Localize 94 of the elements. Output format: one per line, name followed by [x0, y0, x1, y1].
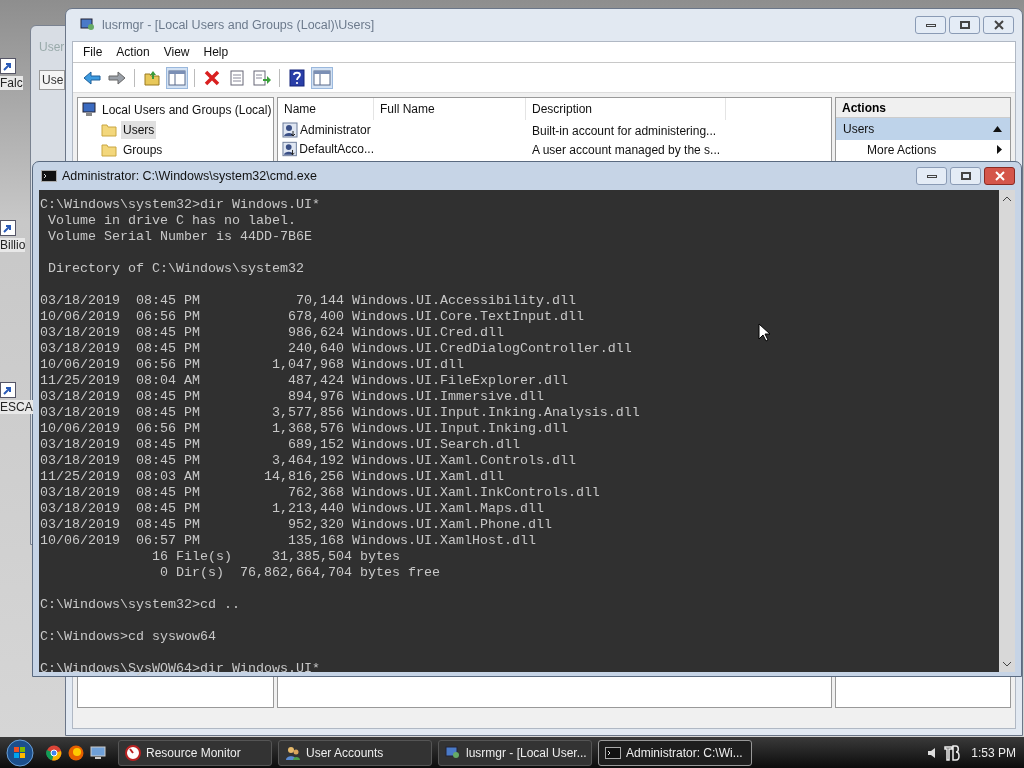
close-button[interactable]	[984, 167, 1015, 185]
user-name[interactable]: Administrator	[300, 120, 371, 139]
console-line: 03/18/2019 08:45 PM 894,976 Windows.UI.Immersive.dll	[40, 389, 544, 404]
maximize-button[interactable]	[950, 167, 981, 185]
pane-icon[interactable]	[168, 69, 186, 86]
action-item[interactable]: More Actions	[836, 140, 1010, 159]
console-line: C:\Windows\system32>dir Windows.UI*	[40, 197, 320, 212]
desktop-icon-label: Billio	[0, 238, 26, 252]
mouse-cursor-icon	[758, 323, 770, 342]
console-line: 03/18/2019 08:45 PM 762,368 Windows.UI.Xaml.InkControls.dll	[40, 485, 600, 500]
console-line: 10/06/2019 06:56 PM 1,368,576 Windows.UI.Input.Inking.dll	[40, 421, 568, 436]
actions-header: Actions	[836, 98, 1010, 118]
console-line: 03/18/2019 08:45 PM 689,152 Windows.UI.Search.dll	[40, 437, 520, 452]
help-icon[interactable]	[289, 68, 305, 87]
close-icon	[994, 171, 1005, 181]
minimize-button[interactable]	[916, 167, 947, 185]
folder-up-icon[interactable]	[144, 69, 160, 86]
windows-logo-icon	[6, 738, 34, 767]
scrollbar[interactable]	[999, 190, 1015, 672]
console-line: 11/25/2019 08:04 AM 487,424 Windows.UI.FileExplorer.dll	[40, 373, 568, 388]
user-icon	[282, 140, 298, 157]
pane-icon[interactable]	[313, 69, 331, 86]
maximize-button[interactable]	[949, 16, 980, 34]
console-line: 10/06/2019 06:57 PM 135,168 Windows.UI.XamlHost.dll	[40, 533, 536, 548]
taskbar-button[interactable]: Administrator: C:\Wi...	[598, 739, 752, 766]
gauge-icon	[125, 744, 141, 761]
browser-icon[interactable]	[46, 744, 62, 761]
description: A user account managed by the s...	[532, 142, 721, 157]
user-name[interactable]: DefaultAcco...	[299, 139, 374, 158]
menu-item[interactable]: File	[83, 43, 103, 61]
taskbar-button[interactable]: Resource Monitor	[118, 739, 272, 766]
console-line: 03/18/2019 08:45 PM 952,320 Windows.UI.Xaml.Phone.dll	[40, 517, 552, 532]
console-icon	[605, 746, 621, 759]
taskbar-button[interactable]: User Accounts	[278, 739, 432, 766]
tray-app-icon[interactable]	[943, 743, 962, 762]
shortcut-icon[interactable]	[0, 382, 16, 398]
tree-item[interactable]: Local Users and Groups (Local)	[102, 101, 272, 119]
column-header[interactable]: Name	[278, 98, 374, 120]
console-line: 16 File(s) 31,385,504 bytes	[150, 549, 400, 564]
close-button[interactable]	[983, 16, 1014, 34]
console-line: Directory of C:\Windows\system32	[47, 261, 304, 276]
menu-item[interactable]: Help	[203, 43, 229, 61]
tree-item[interactable]: Groups	[121, 141, 165, 159]
taskbar-button[interactable]: lusrmgr - [Local User...	[438, 739, 592, 766]
console-line: 11/25/2019 08:03 AM 14,816,256 Windows.UI.Xaml.dll	[40, 469, 504, 484]
scroll-up-icon[interactable]	[1003, 195, 1011, 201]
computer-users-icon	[80, 17, 96, 33]
console-line: 03/18/2019 08:45 PM 70,144 Windows.UI.Accessibility.dll	[40, 293, 576, 308]
console-line: 03/18/2019 08:45 PM 1,213,440 Windows.UI.Xaml.Maps.dll	[40, 501, 544, 516]
console-line: 03/18/2019 08:45 PM 986,624 Windows.UI.Cred.dll	[40, 325, 504, 340]
users-icon	[285, 744, 301, 761]
console-line: 03/18/2019 08:45 PM 240,640 Windows.UI.CredDialogController.dll	[40, 341, 632, 356]
console-line: 03/18/2019 08:45 PM 3,464,192 Windows.UI.Xaml.Controls.dll	[40, 453, 576, 468]
computer-icon[interactable]	[90, 744, 106, 761]
window-title: lusrmgr - [Local Users and Groups (Local)\Users]	[102, 16, 376, 34]
collapse-icon	[993, 126, 1002, 132]
console-line: 10/06/2019 06:56 PM 1,047,968 Windows.UI.dll	[40, 357, 464, 372]
tree-item[interactable]: Users	[121, 121, 157, 139]
console-icon	[41, 170, 57, 182]
window-title: Administrator: C:\Windows\system32\cmd.exe	[62, 167, 317, 185]
computer-icon	[82, 102, 98, 118]
desktop-icon-label: Falc	[0, 76, 23, 90]
forward-arrow-icon[interactable]	[108, 70, 126, 85]
shortcut-icon[interactable]	[0, 220, 16, 236]
column-header[interactable]: Description	[526, 98, 726, 120]
computer-users-icon	[445, 744, 461, 761]
speaker-icon[interactable]	[927, 746, 938, 759]
console-line: 03/18/2019 08:45 PM 3,577,856 Windows.UI.Input.Inking.Analysis.dll	[40, 405, 640, 420]
close-icon	[993, 20, 1004, 30]
column-header[interactable]: Full Name	[374, 98, 526, 120]
console-line: C:\Windows>cd syswow64	[40, 629, 216, 644]
shortcut-icon[interactable]	[0, 58, 16, 74]
description: Built-in account for administering...	[532, 123, 717, 138]
folder-icon	[101, 123, 117, 137]
export-list-icon[interactable]	[253, 69, 271, 86]
scroll-down-icon[interactable]	[1003, 661, 1011, 667]
console-line: Volume in drive C has no label.	[47, 213, 296, 228]
browser-icon[interactable]	[68, 744, 84, 761]
clock[interactable]: 1:53 PM	[971, 743, 1016, 762]
menu-item[interactable]: View	[163, 43, 190, 61]
console-line: 10/06/2019 06:56 PM 678,400 Windows.UI.Core.TextInput.dll	[40, 309, 584, 324]
back-arrow-icon[interactable]	[83, 70, 101, 85]
user-icon	[282, 121, 298, 138]
folder-icon	[101, 143, 117, 157]
minimize-button[interactable]	[915, 16, 946, 34]
delete-icon[interactable]	[204, 69, 220, 86]
console-line: C:\Windows\system32>cd ..	[40, 597, 240, 612]
desktop-icon-label: ESCA	[0, 400, 33, 414]
console-line: 0 Dir(s) 76,862,664,704 bytes free	[158, 565, 440, 580]
console-line: Volume Serial Number is 44DD-7B6E	[47, 229, 312, 244]
tab[interactable]: Use	[39, 70, 65, 90]
menu-item[interactable]: Action	[116, 43, 150, 61]
submenu-arrow-icon	[997, 145, 1002, 154]
actions-section-header[interactable]: Users	[836, 118, 1010, 140]
